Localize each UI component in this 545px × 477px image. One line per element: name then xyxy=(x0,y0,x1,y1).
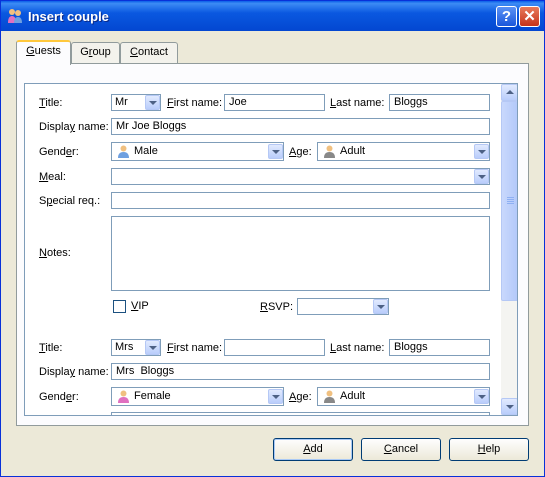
special-requirements-field[interactable] xyxy=(111,192,490,209)
gender-select-2[interactable]: Female xyxy=(111,387,284,406)
special-requirements-label: Special req.: xyxy=(39,195,101,207)
last-name-field-2[interactable]: Bloggs xyxy=(389,339,490,356)
display-name-label: Display name: xyxy=(39,121,109,133)
title-label-2: Title: xyxy=(39,342,63,354)
grip-line xyxy=(507,201,514,202)
age-label-2: Age: xyxy=(289,391,312,403)
tab-contact-label: ontact xyxy=(137,46,168,58)
first-name-label-2: First name: xyxy=(167,342,223,354)
scroll-down-button[interactable] xyxy=(501,398,517,415)
tab-contact-mnemonic: C xyxy=(130,46,138,58)
title-label: Title: xyxy=(39,97,63,109)
tab-group-label: oup xyxy=(92,46,111,58)
meal-select[interactable] xyxy=(111,168,490,185)
chevron-down-icon[interactable] xyxy=(145,95,160,110)
tab-guests-label: uests xyxy=(34,45,61,57)
notes-label: Notes: xyxy=(39,247,71,259)
vip-label: VIP xyxy=(131,300,149,312)
scroll-thumb[interactable] xyxy=(501,101,517,301)
scroll-up-button[interactable] xyxy=(501,84,517,101)
couple-icon xyxy=(8,9,22,23)
gender-select-2-value: Female xyxy=(134,390,171,402)
title-help-button[interactable]: ? xyxy=(496,6,517,27)
last-name-label-2: Last name: xyxy=(330,342,385,354)
tab-group[interactable]: Group xyxy=(71,42,120,63)
meal-label: Meal: xyxy=(39,171,66,183)
title-select-2-value: Mrs xyxy=(115,341,134,353)
first-name-field-2[interactable] xyxy=(224,339,325,356)
last-name-label: Last name: xyxy=(330,97,385,109)
window-title: Insert couple xyxy=(28,9,109,24)
display-name-field[interactable]: Mr Joe Bloggs xyxy=(111,118,490,135)
help-button[interactable]: Help xyxy=(449,438,529,461)
female-person-icon xyxy=(118,390,129,403)
tab-contact[interactable]: Contact xyxy=(120,42,178,63)
age-select[interactable]: Adult xyxy=(317,142,490,161)
rsvp-label: RSVP: xyxy=(260,301,294,313)
tab-guests[interactable]: Guests xyxy=(16,40,71,65)
rsvp-select[interactable] xyxy=(297,298,389,315)
chevron-down-icon[interactable] xyxy=(474,144,489,159)
tab-group-label-start: G xyxy=(80,46,89,58)
adult-person-icon xyxy=(324,145,335,158)
vip-checkbox[interactable] xyxy=(113,300,126,313)
grip-line xyxy=(507,197,514,198)
gender-label-2: Gender: xyxy=(39,391,79,403)
age-label: Age: xyxy=(289,146,312,158)
next-row-field-partial[interactable] xyxy=(111,412,490,415)
title-close-button[interactable]: ✕ xyxy=(519,6,540,27)
tab-guests-mnemonic: G xyxy=(26,45,35,57)
chevron-down-icon[interactable] xyxy=(268,389,283,404)
gender-select[interactable]: Male xyxy=(111,142,284,161)
last-name-field[interactable]: Bloggs xyxy=(389,94,490,111)
grip-line xyxy=(507,203,514,204)
chevron-down-icon[interactable] xyxy=(474,389,489,404)
vertical-scrollbar[interactable] xyxy=(501,84,517,415)
age-select-2[interactable]: Adult xyxy=(317,387,490,406)
close-icon: ✕ xyxy=(523,8,536,25)
grip-line xyxy=(507,199,514,200)
male-person-icon xyxy=(118,145,129,158)
display-name-field-2[interactable]: Mrs Bloggs xyxy=(111,363,490,380)
title-bar[interactable]: Insert couple ? ✕ xyxy=(1,1,544,31)
first-name-field[interactable]: Joe xyxy=(224,94,325,111)
cancel-button[interactable]: Cancel xyxy=(361,438,441,461)
age-select-2-value: Adult xyxy=(340,390,366,402)
add-button[interactable]: Add xyxy=(273,438,353,461)
question-icon: ? xyxy=(501,8,512,25)
guests-scroll-area[interactable]: Title: Mr First name: Joe Last name: Blo… xyxy=(24,83,518,416)
adult-person-icon xyxy=(324,390,335,403)
gender-label: Gender: xyxy=(39,146,79,158)
notes-field[interactable] xyxy=(111,216,490,291)
first-name-label: First name: xyxy=(167,97,223,109)
title-select-value: Mr xyxy=(115,96,128,108)
chevron-down-icon[interactable] xyxy=(268,144,283,159)
chevron-down-icon[interactable] xyxy=(373,299,388,314)
display-name-label-2: Display name: xyxy=(39,366,109,378)
chevron-down-icon[interactable] xyxy=(145,340,160,355)
title-select-2[interactable]: Mrs xyxy=(111,339,161,356)
gender-select-value: Male xyxy=(134,145,158,157)
chevron-down-icon[interactable] xyxy=(474,169,489,184)
title-select[interactable]: Mr xyxy=(111,94,161,111)
age-select-value: Adult xyxy=(340,145,366,157)
